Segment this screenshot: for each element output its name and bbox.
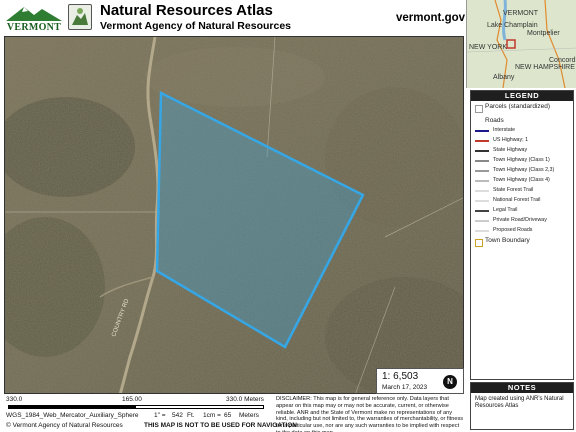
feet-value: 542 [172, 412, 183, 419]
legend-label: Town Highway (Class 1) [493, 157, 550, 163]
legend-line-icon [475, 140, 489, 142]
scale-ratio: 1: 6,503 [382, 371, 419, 382]
legend-item: State Forest Trail [471, 187, 573, 197]
legend-line-icon [475, 220, 489, 222]
inch-label: 1" = [154, 412, 166, 419]
legend-label: Private Road/Driveway [493, 217, 547, 223]
scalebar: 330.0 165.00 330.0 Meters WGS_1984_Web_M… [4, 396, 297, 432]
header: VERMONT Natural Resources Atlas Vermont … [0, 0, 466, 36]
locator-label-montpelier: Montpelier [527, 30, 560, 37]
copyright: © Vermont Agency of Natural Resources [6, 422, 123, 429]
legend-label: State Forest Trail [493, 187, 534, 193]
mountain-icon [6, 7, 62, 21]
legend-label: National Forest Trail [493, 197, 541, 203]
legend-item: National Forest Trail [471, 197, 573, 207]
page-title: Natural Resources Atlas [100, 2, 273, 19]
map-scale-box: 1: 6,503 March 17, 2023 N [376, 368, 464, 394]
legend-label: Town Highway (Class 2,3) [493, 167, 555, 173]
vermont-logo[interactable]: VERMONT [4, 3, 64, 33]
locator-label-vermont: VERMONT [503, 10, 538, 17]
legend-item: Town Boundary [471, 237, 573, 251]
legend-item: Legal Trail [471, 207, 573, 217]
agency-seal-icon [68, 4, 92, 30]
legend-item: Interstate [471, 127, 573, 137]
logo-text: VERMONT [6, 22, 62, 33]
legend-item: Parcels (standardized) [471, 103, 573, 117]
locator-label-albany: Albany [493, 74, 515, 81]
legend-label: Roads [485, 117, 504, 124]
legend-town-boundary-icon [475, 239, 483, 247]
map-canvas[interactable]: COUNTRY RD [4, 36, 464, 394]
scalebar-graphic [8, 405, 264, 409]
legend-line-icon [475, 200, 489, 202]
legend-line-icon [475, 160, 489, 162]
legend-line-icon [475, 180, 489, 182]
legend-label: Legal Trail [493, 207, 518, 213]
legend-item: State Highway [471, 147, 573, 157]
notes-text: Map created using ANR's Natural Resource… [475, 396, 564, 409]
legend-item: Proposed Roads [471, 227, 573, 237]
scalebar-left: 330.0 [6, 396, 23, 403]
locator-label-lake: Lake Champlain [487, 22, 538, 29]
legend-item: Town Highway (Class 4) [471, 177, 573, 187]
navigation-warning: THIS MAP IS NOT TO BE USED FOR NAVIGATIO… [144, 422, 298, 429]
notes-panel: NOTES Map created using ANR's Natural Re… [470, 382, 574, 430]
legend-item: Town Highway (Class 1) [471, 157, 573, 167]
map-date: March 17, 2023 [382, 384, 428, 391]
notes-title: NOTES [471, 383, 573, 393]
legend-panel: LEGEND Parcels (standardized) Roads Inters… [470, 90, 574, 380]
cm-label: 1cm = [203, 412, 221, 419]
legend-line-icon [475, 210, 489, 212]
legend-line-icon [475, 230, 489, 232]
legend-label: Town Highway (Class 4) [493, 177, 550, 183]
feet-unit: Ft. [187, 412, 195, 419]
legend-label: US Highway; 1 [493, 137, 529, 143]
legend-item: US Highway; 1 [471, 137, 573, 147]
legend-line-icon [475, 150, 489, 152]
legend-item: Roads [471, 117, 573, 127]
locator-label-newyork: NEW YORK [469, 44, 507, 51]
meters-unit: Meters [239, 412, 259, 419]
legend-label: Town Boundary [485, 237, 530, 244]
legend-line-icon [475, 170, 489, 172]
legend-label: Proposed Roads [493, 227, 533, 233]
page-subtitle: Vermont Agency of Natural Resources [100, 20, 291, 32]
legend-label: Parcels (standardized) [485, 103, 551, 110]
legend-line-icon [475, 190, 489, 192]
legend-parcel-icon [475, 105, 483, 113]
site-link[interactable]: vermont.gov [396, 12, 465, 24]
legend-label: State Highway [493, 147, 528, 153]
legend-line-icon [475, 130, 489, 132]
disclaimer: DISCLAIMER: This map is for general refe… [276, 396, 464, 432]
projection-label: WGS_1984_Web_Mercator_Auxiliary_Sphere [6, 412, 139, 419]
aerial-imagery: COUNTRY RD [5, 37, 463, 393]
scalebar-mid: 165.00 [122, 396, 142, 403]
legend-item: Private Road/Driveway [471, 217, 573, 227]
meters-value: 65 [224, 412, 232, 419]
legend-title: LEGEND [471, 91, 573, 101]
locator-label-newhampshire: NEW HAMPSHIRE [515, 64, 575, 71]
legend-label: Interstate [493, 127, 516, 133]
locator-label-concord: Concord [549, 57, 576, 64]
legend-item: Town Highway (Class 2,3) [471, 167, 573, 177]
locator-map[interactable]: VERMONT Lake Champlain Montpelier Concor… [466, 0, 576, 88]
north-arrow-icon: N [443, 375, 457, 389]
scalebar-right: 330.0 Meters [226, 396, 264, 403]
